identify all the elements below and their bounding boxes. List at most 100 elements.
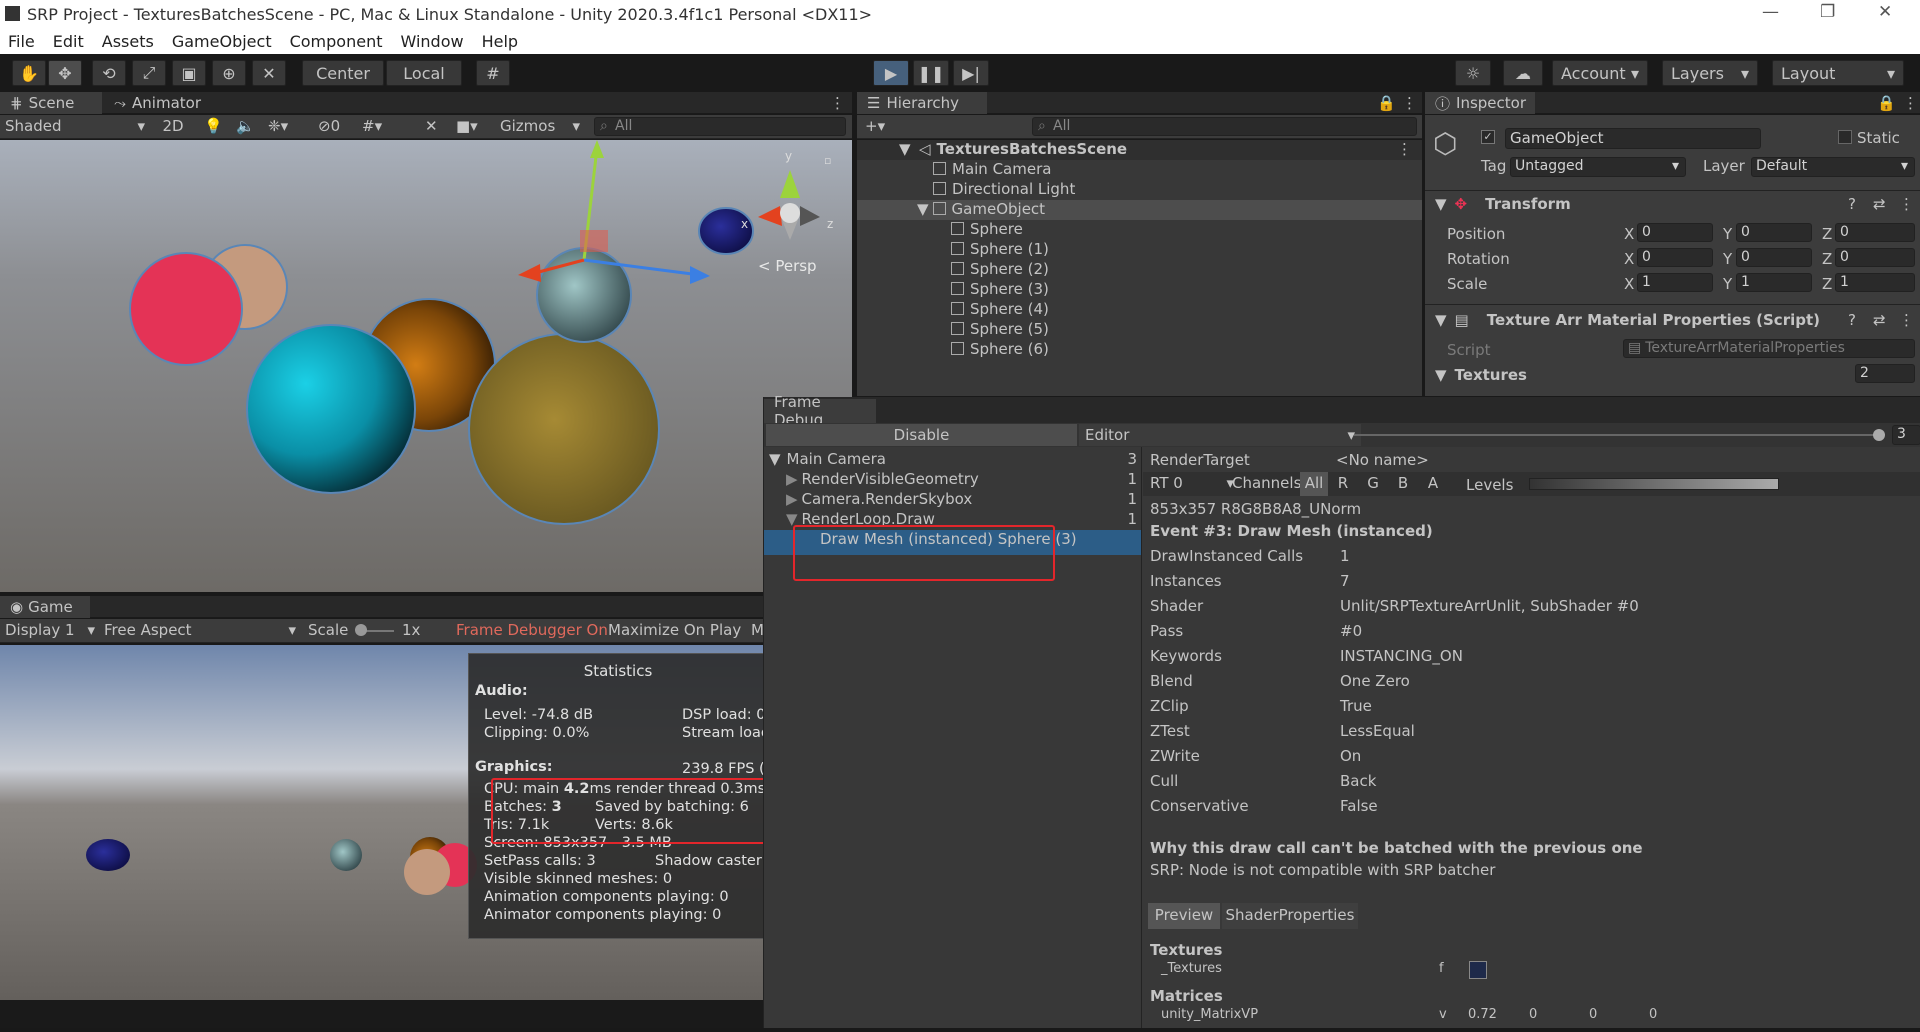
scale-x-input[interactable]: 1 [1637,273,1713,292]
hierarchy-item-directional-light[interactable]: Directional Light [933,180,1075,200]
menu-file[interactable]: File [8,32,35,51]
rect-tool-icon[interactable]: ▣ [172,60,206,86]
rotate-tool-icon[interactable]: ⟲ [92,60,126,86]
kebab-icon[interactable]: ⋮ [1903,94,1918,112]
kebab-icon[interactable]: ⋮ [1397,140,1412,158]
play-button[interactable]: ▶ [873,60,909,86]
sphere-teal[interactable] [536,247,632,343]
static-checkbox[interactable] [1838,130,1852,144]
scene-viewport[interactable]: y x z ▫ < Persp [0,140,852,592]
target-dropdown[interactable]: Editor ▾ [1079,424,1361,446]
hierarchy-item-main-camera[interactable]: Main Camera [933,160,1051,180]
kebab-icon[interactable]: ⋮ [1402,94,1417,112]
tab-preview[interactable]: Preview [1148,903,1220,929]
hierarchy-item-sphere[interactable]: Sphere [951,220,1023,240]
kebab-icon[interactable]: ⋮ [1899,311,1914,329]
scale-slider-handle[interactable] [355,624,367,636]
maximize-on-play-toggle[interactable]: Maximize On Play [608,621,741,639]
scene-view[interactable]: y x z ▫ < Persp [0,140,852,592]
sphere-olive[interactable] [468,333,660,525]
tab-game[interactable]: ◉ Game [0,596,90,618]
menu-assets[interactable]: Assets [102,32,154,51]
tab-shader-properties[interactable]: ShaderProperties [1222,903,1358,929]
tab-frame-debug[interactable]: Frame Debug [764,393,876,429]
hierarchy-item-sphere-1[interactable]: Sphere (1) [951,240,1049,260]
event-index-input[interactable]: 3 [1892,425,1920,445]
lock-icon[interactable]: ▫ [824,154,831,167]
channel-a-button[interactable]: A [1421,474,1445,499]
layer-dropdown[interactable]: Default ▾ [1751,157,1915,177]
tab-hierarchy[interactable]: ☰ Hierarchy [857,92,987,114]
menu-component[interactable]: Component [290,32,383,51]
pivot-center-button[interactable]: Center [302,60,384,86]
tools-icon[interactable]: ✕ [425,117,438,135]
account-dropdown[interactable]: Account ▾ [1552,60,1648,86]
hierarchy-item-sphere-5[interactable]: Sphere (5) [951,320,1049,340]
scene-root-row[interactable]: ▼ ◁ TexturesBatchesScene ⋮ [857,140,1422,160]
gizmos-dropdown[interactable]: Gizmos ▾ [500,117,580,135]
hierarchy-item-gameobject[interactable]: ▼ GameObject [857,200,1422,220]
scale-z-input[interactable]: 1 [1835,273,1915,292]
scene-search-input[interactable]: ⌕ All [594,117,846,136]
rotation-y-input[interactable]: 0 [1736,248,1812,267]
display-dropdown[interactable]: Display 1 ▾ [5,621,95,639]
menu-gameobject[interactable]: GameObject [172,32,272,51]
textures-size-input[interactable]: 2 [1855,364,1915,383]
pivot-local-button[interactable]: Local [386,60,462,86]
kebab-icon[interactable]: ⋮ [830,94,845,112]
help-icon[interactable]: ? [1848,311,1856,329]
hierarchy-item-sphere-3[interactable]: Sphere (3) [951,280,1049,300]
rotation-x-input[interactable]: 0 [1637,248,1713,267]
tab-scene[interactable]: ⋕ Scene [0,92,102,114]
step-button[interactable]: ▶| [953,60,989,86]
layers-dropdown[interactable]: Layers ▾ [1662,60,1758,86]
grid-icon[interactable]: #▾ [362,117,382,135]
hierarchy-item-sphere-2[interactable]: Sphere (2) [951,260,1049,280]
event-slider-handle[interactable] [1873,429,1885,441]
disable-button[interactable]: Disable [766,424,1077,446]
mode-2d-toggle[interactable]: 2D [158,117,188,135]
position-x-input[interactable]: 0 [1637,223,1713,242]
textures-foldout[interactable]: ▼ Textures [1435,366,1527,384]
object-name-input[interactable]: GameObject [1505,128,1761,149]
mute-audio-toggle[interactable]: M [751,621,764,639]
menu-help[interactable]: Help [482,32,518,51]
tag-dropdown[interactable]: Untagged ▾ [1510,157,1686,177]
lighting-icon[interactable]: 💡 [204,117,223,135]
help-icon[interactable]: ? [1848,195,1856,213]
lock-icon[interactable]: 🔒 [1877,94,1896,112]
layout-dropdown[interactable]: Layout ▾ [1772,60,1904,86]
sphere-red[interactable] [129,252,243,366]
channel-r-button[interactable]: R [1331,474,1355,499]
hierarchy-item-sphere-6[interactable]: Sphere (6) [951,340,1049,360]
scale-tool-icon[interactable]: ⤢ [132,60,166,86]
transform-tool-icon[interactable]: ⊕ [212,60,246,86]
hierarchy-search-input[interactable]: ⌕ All [1032,117,1417,136]
pause-button[interactable]: ❚❚ [913,60,949,86]
camera-icon[interactable]: ■▾ [456,117,478,135]
move-tool-icon[interactable]: ✥ [48,60,82,86]
position-y-input[interactable]: 0 [1736,223,1812,242]
shading-mode-dropdown[interactable]: Shaded ▾ [5,117,145,135]
position-z-input[interactable]: 0 [1835,223,1915,242]
grid-snap-icon[interactable]: # [476,60,510,86]
kebab-icon[interactable]: ⋮ [1899,195,1914,213]
texture-thumbnail-icon[interactable] [1469,961,1487,979]
script-component-header[interactable]: ▼ ▤ Texture Arr Material Properties (Scrip… [1435,311,1820,329]
rotation-z-input[interactable]: 0 [1835,248,1915,267]
channel-g-button[interactable]: G [1361,474,1385,499]
menu-edit[interactable]: Edit [53,32,84,51]
restore-icon[interactable]: ❐ [1820,2,1835,22]
hierarchy-item-sphere-4[interactable]: Sphere (4) [951,300,1049,320]
sphere-navy[interactable] [698,207,754,255]
channel-all-button[interactable]: All [1300,472,1328,496]
minimize-icon[interactable]: — [1762,2,1779,22]
event-slider-track[interactable] [1354,434,1884,436]
audio-icon[interactable]: 🔈 [236,117,255,135]
levels-slider[interactable] [1529,478,1779,490]
effects-icon[interactable]: ❈▾ [268,117,288,135]
tab-animator[interactable]: ⤳ Animator [104,92,211,114]
active-checkbox[interactable]: ✓ [1481,130,1495,144]
rt-dropdown[interactable]: RT 0 ▾ [1150,474,1234,499]
persp-label[interactable]: < Persp [758,257,817,275]
